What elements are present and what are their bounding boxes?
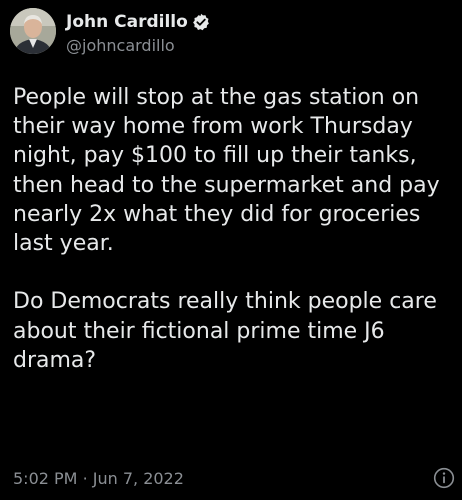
author-handle[interactable]: @johncardillo — [66, 36, 210, 55]
tweet-time: 5:02 PM — [13, 468, 78, 488]
author-name-row: John Cardillo — [66, 10, 210, 34]
tweet-timestamp[interactable]: 5:02 PM · Jun 7, 2022 — [13, 469, 184, 488]
tweet-date: Jun 7, 2022 — [92, 468, 184, 488]
verified-badge-icon — [192, 13, 210, 31]
tweet-card: John Cardillo @johncardillo People will … — [0, 0, 462, 500]
timestamp-separator: · — [82, 468, 88, 488]
info-icon[interactable] — [433, 467, 455, 489]
avatar[interactable] — [10, 8, 56, 54]
tweet-paragraph-2: Do Democrats really think people care ab… — [13, 289, 437, 373]
author-block: John Cardillo @johncardillo — [66, 10, 210, 55]
tweet-paragraph-1: People will stop at the gas station on t… — [13, 85, 440, 257]
display-name[interactable]: John Cardillo — [66, 12, 188, 32]
tweet-footer: 5:02 PM · Jun 7, 2022 — [13, 466, 455, 490]
tweet-text: People will stop at the gas station on t… — [13, 83, 458, 375]
